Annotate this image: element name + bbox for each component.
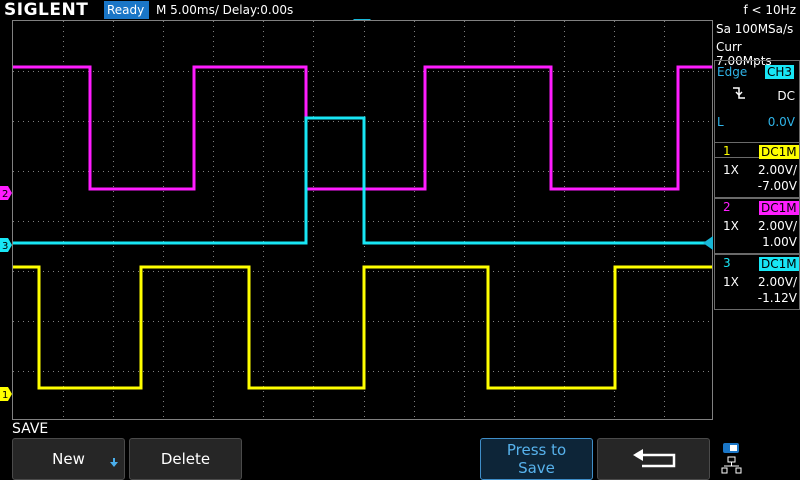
channel-2-scale: 2.00V/ <box>758 219 797 233</box>
channel-3-offset: -1.12V <box>757 291 797 305</box>
channel-3-scale: 2.00V/ <box>758 275 797 289</box>
channel-1-coupling: DC1M <box>759 145 799 159</box>
trigger-coupling: DC <box>777 89 795 103</box>
arrow-down-icon <box>110 458 118 467</box>
trigger-source-badge: CH3 <box>765 65 795 79</box>
brand-logo: SIGLENT <box>4 0 89 20</box>
return-arrow-icon <box>633 449 676 468</box>
channel-2-panel[interactable]: 2 DC1M 1X 2.00V/ 1.00V <box>714 198 800 254</box>
channel-3-coupling: DC1M <box>759 257 799 271</box>
sample-rate: Sa 100MSa/s <box>716 22 794 36</box>
new-button[interactable]: New <box>12 438 125 480</box>
channel-2-probe: 1X <box>723 219 739 233</box>
acquisition-status: Ready <box>104 1 149 19</box>
right-info-panel: Sa 100MSa/s Curr 7.00Mpts Edge CH3 DC L … <box>714 20 800 420</box>
svg-text:3: 3 <box>2 241 8 252</box>
delete-button-label: Delete <box>160 450 211 468</box>
channel-3-number: 3 <box>723 256 731 270</box>
waveform-traces <box>13 65 712 390</box>
channel-3-marker-icon[interactable]: 3 <box>0 238 12 252</box>
svg-text:1: 1 <box>2 390 8 401</box>
top-status-bar: SIGLENT Ready M 5.00ms/ Delay:0.00s f < … <box>0 0 800 20</box>
falling-edge-icon <box>733 87 745 99</box>
back-button[interactable] <box>597 438 710 480</box>
waveform-display[interactable] <box>12 20 713 420</box>
channel-3-probe: 1X <box>723 275 739 289</box>
menu-title: SAVE <box>12 421 49 437</box>
press-to-save-button[interactable]: Press to Save <box>480 438 593 480</box>
timebase-readout[interactable]: M 5.00ms/ Delay:0.00s <box>156 0 293 20</box>
channel-3-panel[interactable]: 3 DC1M 1X 2.00V/ -1.12V <box>714 254 800 310</box>
press-to-save-line1: Press to <box>506 441 567 459</box>
channel-1-trace <box>13 265 712 390</box>
channel-1-number: 1 <box>723 144 731 158</box>
channel-1-panel[interactable]: 1 DC1M 1X 2.00V/ -7.00V <box>714 142 800 198</box>
trigger-type: Edge <box>717 65 748 79</box>
trigger-mode: L <box>717 115 724 129</box>
channel-1-probe: 1X <box>723 163 739 177</box>
trigger-level-marker-icon[interactable] <box>703 236 713 250</box>
waveform-canvas <box>13 21 712 419</box>
channel-1-marker-icon[interactable]: 1 <box>0 387 12 401</box>
frequency-counter: f < 10Hz <box>743 3 797 17</box>
channel-3-trace <box>13 116 712 245</box>
new-button-label: New <box>52 450 85 468</box>
channel-2-number: 2 <box>723 200 731 214</box>
svg-text:2: 2 <box>2 189 8 200</box>
delete-button[interactable]: Delete <box>129 438 242 480</box>
channel-2-offset: 1.00V <box>762 235 797 249</box>
channel-1-offset: -7.00V <box>757 179 797 193</box>
channel-2-coupling: DC1M <box>759 201 799 215</box>
channel-2-marker-icon[interactable]: 2 <box>0 186 12 200</box>
channel-1-scale: 2.00V/ <box>758 163 797 177</box>
press-to-save-line2: Save <box>518 459 555 477</box>
trigger-level: 0.0V <box>767 115 795 129</box>
network-status-icon <box>721 443 742 474</box>
